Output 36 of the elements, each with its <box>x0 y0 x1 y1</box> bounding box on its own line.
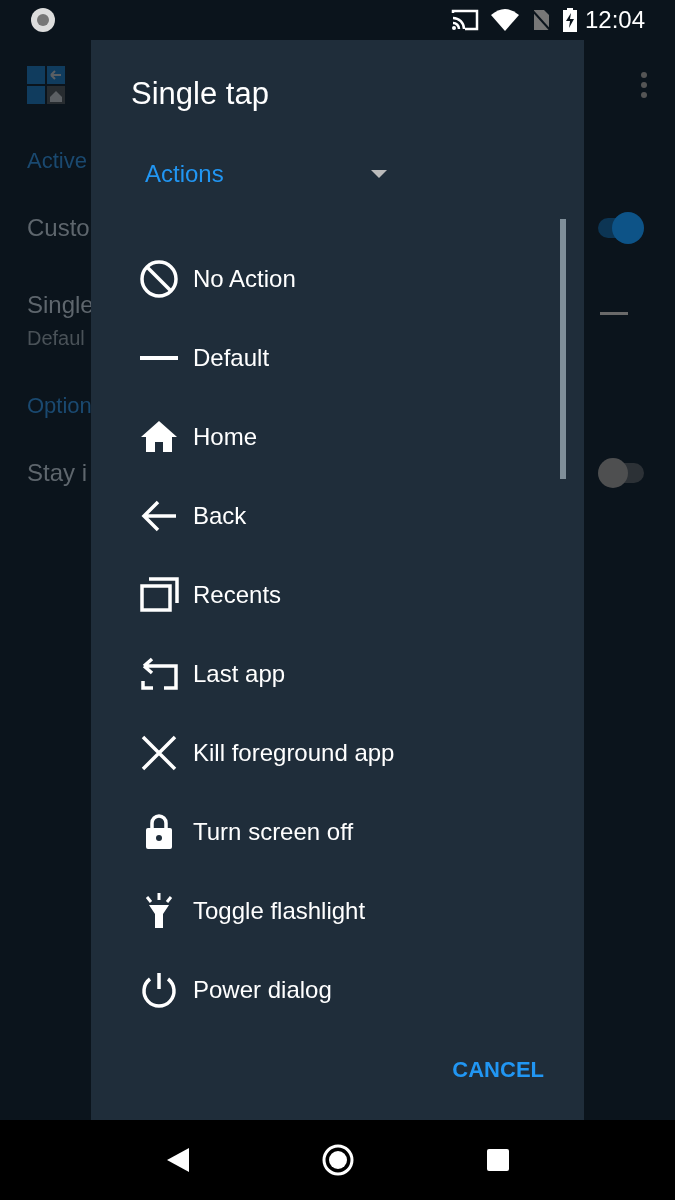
action-item[interactable]: Last app <box>91 634 584 713</box>
dialog-title: Single tap <box>131 75 270 113</box>
action-item[interactable]: Turn screen off <box>91 792 584 871</box>
setting-title: Stay i <box>27 457 88 488</box>
section-header: Active <box>27 146 87 175</box>
back-icon[interactable] <box>166 1148 189 1172</box>
action-item[interactable]: Default <box>91 318 584 397</box>
setting-title: Single <box>27 290 94 320</box>
clock-time: 12:04 <box>584 5 645 35</box>
action-item[interactable]: Recents <box>91 555 584 634</box>
action-item[interactable]: Power dialog <box>91 950 584 1029</box>
cancel-button[interactable]: CANCEL <box>450 1047 546 1092</box>
action-item[interactable]: Toggle flashlight <box>91 871 584 950</box>
setting-summary: Defaul <box>27 326 86 351</box>
action-item[interactable]: Kill foreground app <box>91 713 584 792</box>
dash-icon <box>600 311 628 315</box>
battery-charging-icon <box>562 8 577 32</box>
dash-icon <box>139 355 179 360</box>
recents-icon[interactable] <box>486 1149 509 1171</box>
stacked-windows-icon <box>139 574 179 615</box>
cast-icon <box>450 9 479 31</box>
wifi-icon <box>490 9 519 31</box>
section-header: Option <box>27 391 92 420</box>
toggle-switch[interactable] <box>598 456 644 489</box>
toggle-switch[interactable] <box>598 211 644 244</box>
overflow-menu-icon[interactable] <box>640 71 648 99</box>
action-item[interactable]: No Action <box>91 239 584 318</box>
no-entry-icon <box>139 258 179 299</box>
action-item[interactable]: Home <box>91 397 584 476</box>
app-icon <box>27 66 65 104</box>
home-icon[interactable] <box>321 1144 354 1176</box>
caret-icon <box>371 170 387 178</box>
action-item[interactable]: Back <box>91 476 584 555</box>
setting-title: Custo <box>27 212 90 243</box>
actions-dropdown[interactable]: Actions <box>131 154 401 194</box>
record-icon <box>30 7 56 33</box>
